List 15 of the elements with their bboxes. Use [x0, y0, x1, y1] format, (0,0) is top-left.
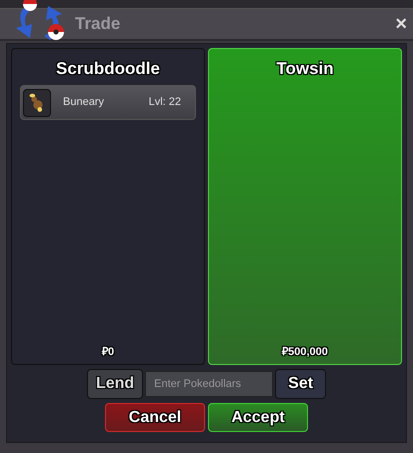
close-button[interactable]: × — [395, 14, 407, 34]
money-amount: ₽500,000 — [282, 344, 328, 360]
pokemon-item[interactable]: Buneary Lvl: 22 — [20, 85, 196, 120]
pokemon-level: Lvl: 22 — [148, 95, 181, 110]
window-title: Trade — [75, 13, 120, 36]
pokedollars-input[interactable]: Enter Pokedollars — [145, 371, 274, 397]
pokemon-sprite-icon — [23, 88, 51, 116]
lend-button[interactable]: Lend — [86, 369, 144, 399]
trader-name: Towsin — [276, 58, 334, 80]
cancel-button[interactable]: Cancel — [105, 403, 205, 432]
trader-name: Scrubdoodle — [56, 58, 160, 80]
money-amount: ₽0 — [102, 344, 114, 360]
pokemon-name: Buneary — [63, 95, 104, 110]
accept-button[interactable]: Accept — [208, 403, 308, 432]
set-button[interactable]: Set — [275, 369, 326, 399]
